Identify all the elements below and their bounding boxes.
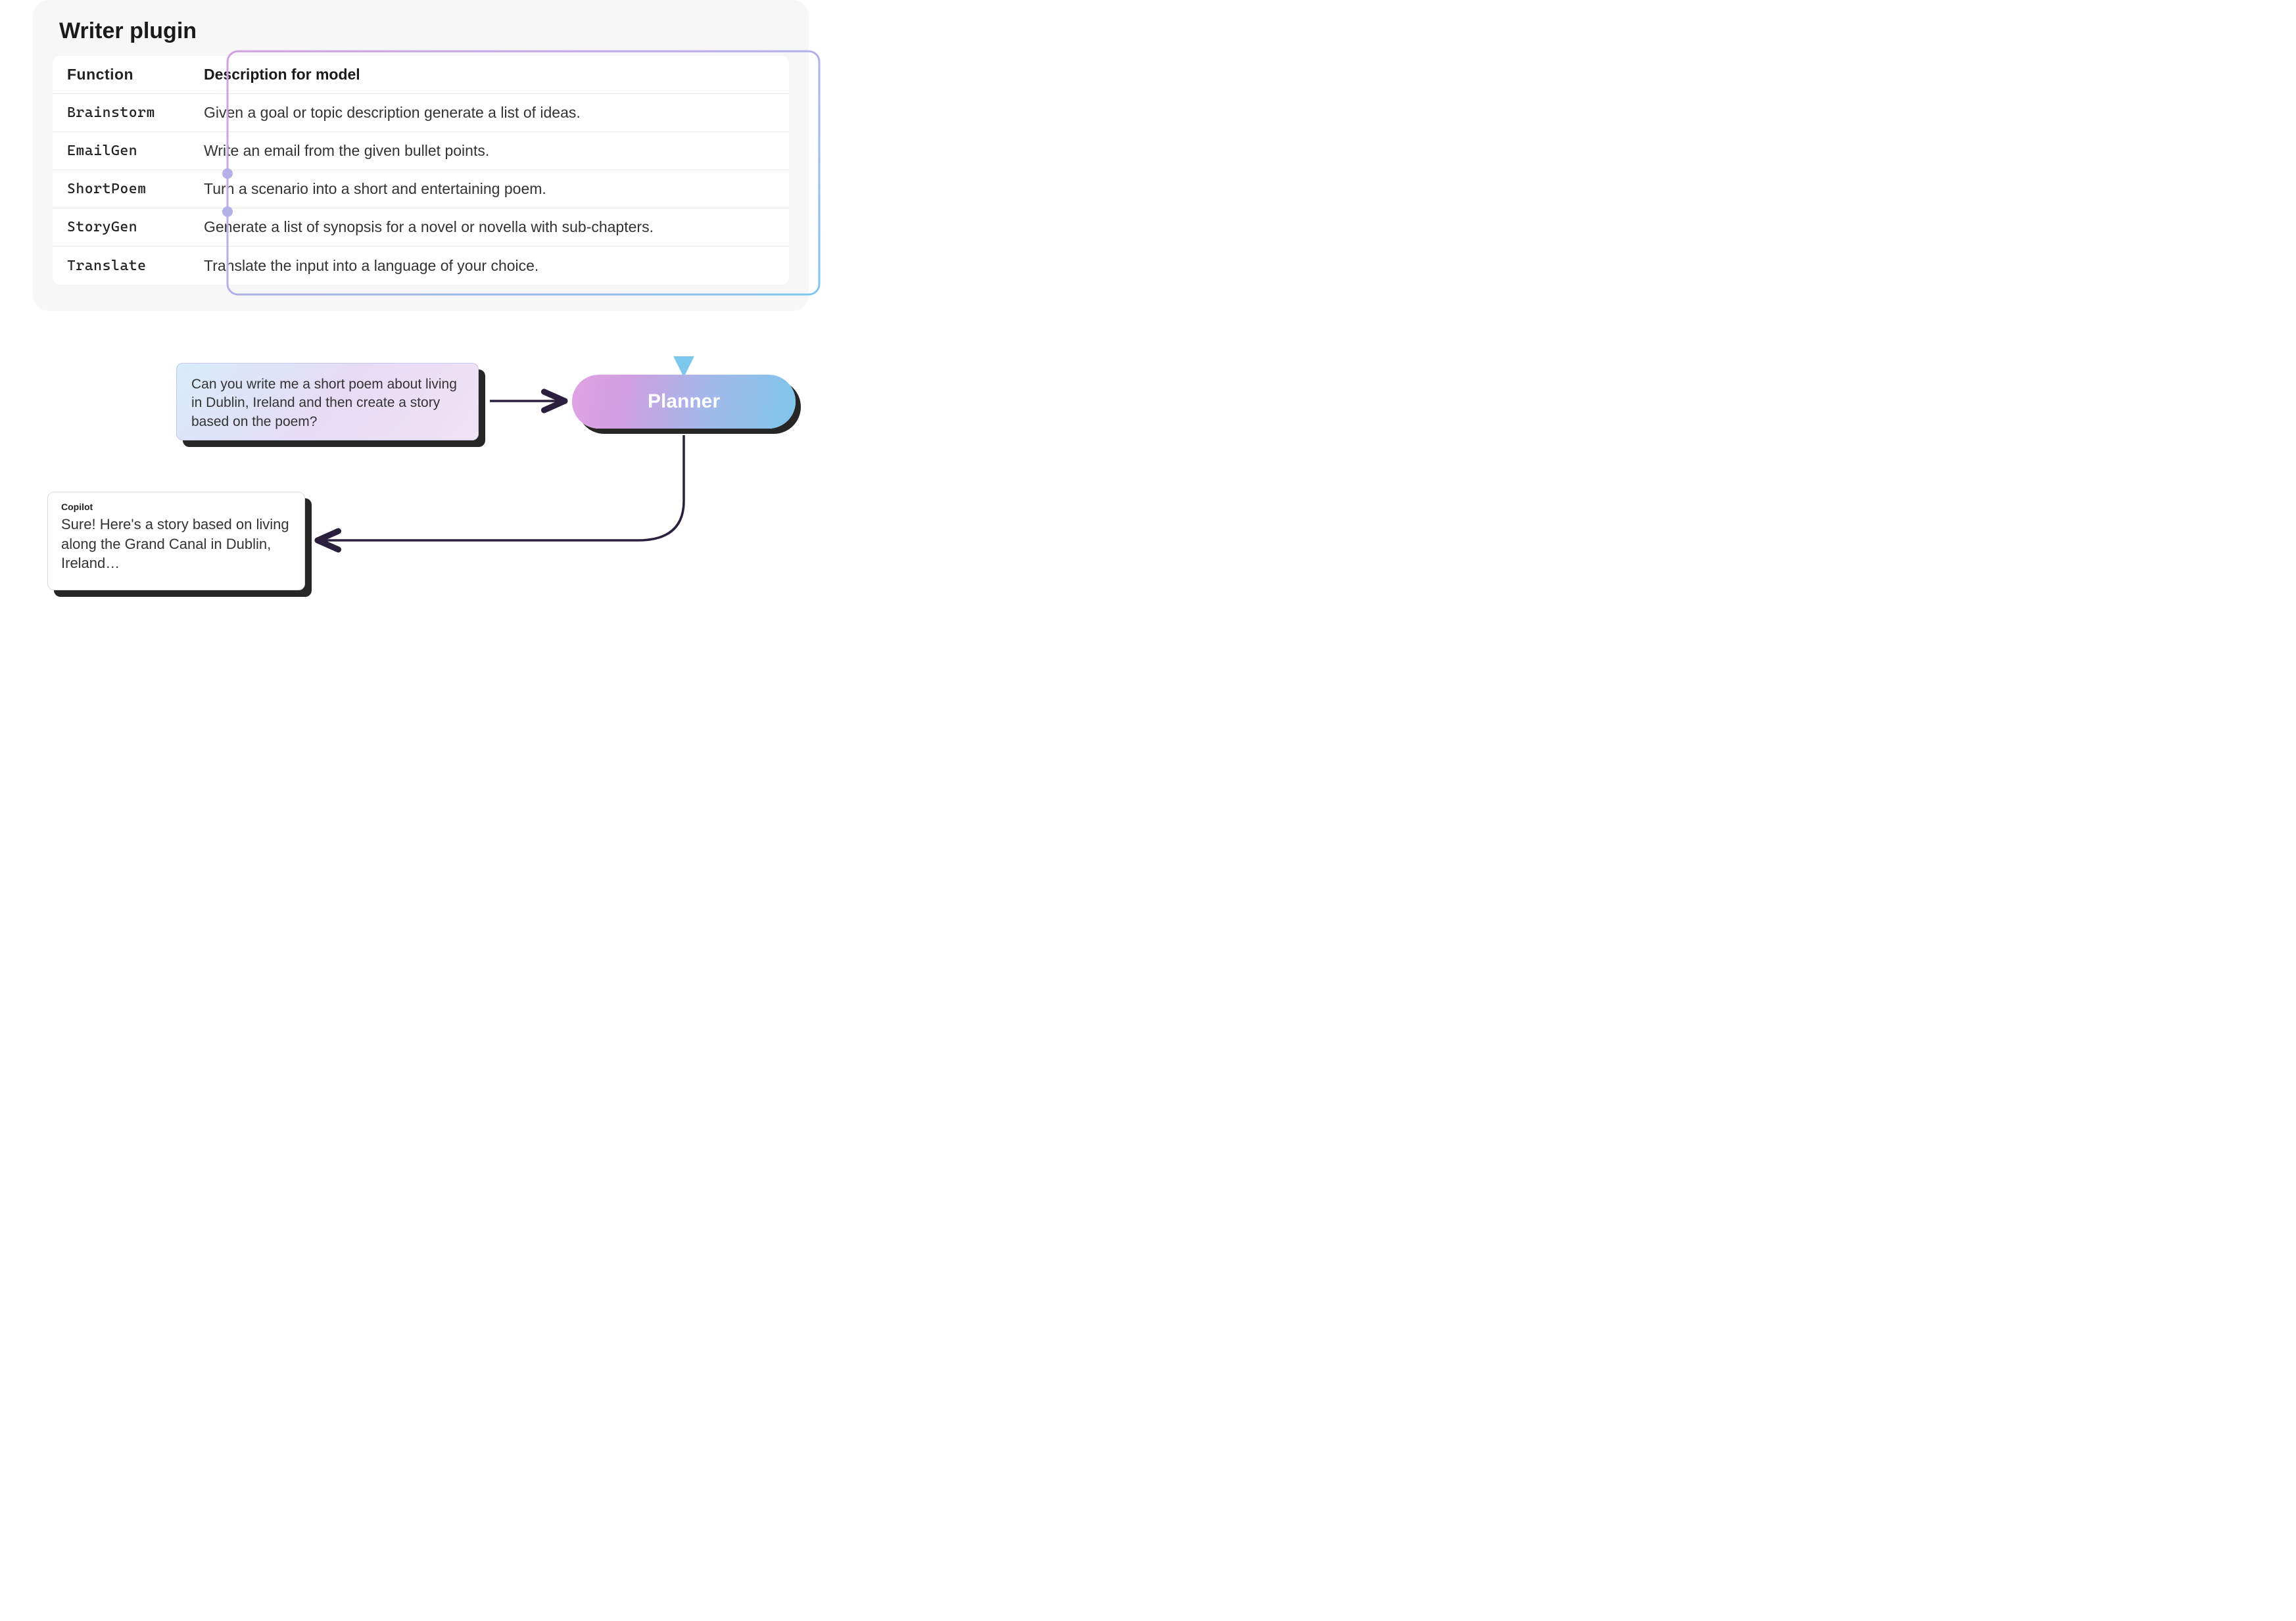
table-header-row: Function Description for model (53, 56, 789, 94)
function-table: Function Description for model Brainstor… (53, 56, 789, 285)
function-name: Brainstorm (53, 95, 191, 130)
function-desc: Turn a scenario into a short and enterta… (191, 171, 789, 207)
copilot-response-text: Sure! Here's a story based on living alo… (61, 515, 291, 573)
function-name: ShortPoem (53, 172, 191, 206)
table-row: ShortPoem Turn a scenario into a short a… (53, 170, 789, 208)
header-function: Function (53, 57, 191, 93)
function-name: StoryGen (53, 210, 191, 245)
arrow-prompt-to-planner (487, 387, 572, 419)
header-description: Description for model (191, 57, 789, 93)
table-row: EmailGen Write an email from the given b… (53, 132, 789, 170)
user-prompt-text: Can you write me a short poem about livi… (191, 377, 457, 429)
function-desc: Generate a list of synopsis for a novel … (191, 209, 789, 245)
function-name: Translate (53, 248, 191, 283)
table-row: StoryGen Generate a list of synopsis for… (53, 208, 789, 247)
function-desc: Translate the input into a language of y… (191, 248, 789, 284)
copilot-response-box: Copilot Sure! Here's a story based on li… (47, 492, 305, 590)
planner-node: Planner (572, 375, 796, 429)
connector-dot-icon (222, 206, 233, 217)
user-prompt-box: Can you write me a short poem about livi… (176, 363, 479, 440)
plugin-title: Writer plugin (59, 18, 789, 44)
writer-plugin-card: Writer plugin Function Description for m… (33, 0, 809, 311)
function-name: EmailGen (53, 133, 191, 168)
function-desc: Write an email from the given bullet poi… (191, 133, 789, 169)
function-desc: Given a goal or topic description genera… (191, 95, 789, 131)
table-row: Translate Translate the input into a lan… (53, 247, 789, 285)
copilot-label: Copilot (61, 502, 291, 512)
arrow-planner-to-response (309, 429, 730, 560)
connector-dot-icon (222, 168, 233, 179)
table-row: Brainstorm Given a goal or topic descrip… (53, 94, 789, 132)
planner-label: Planner (648, 390, 720, 413)
